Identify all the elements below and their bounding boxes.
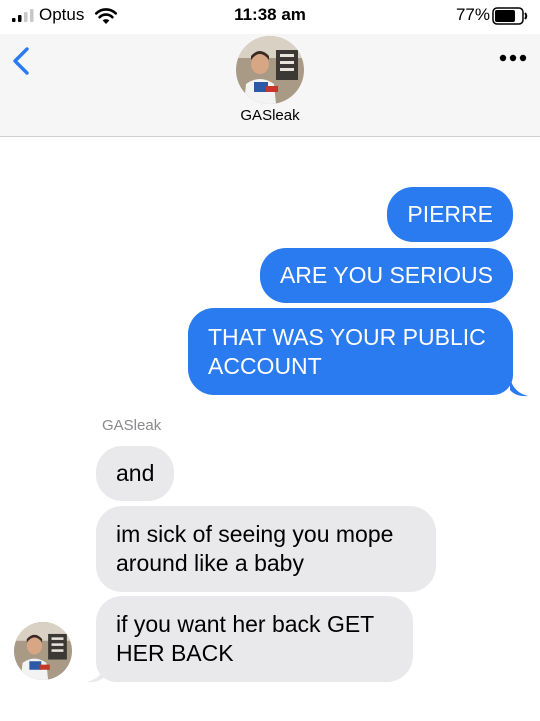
received-message-bubble[interactable]: and <box>96 446 175 501</box>
received-message-bubble[interactable]: if you want her back GET HER BACK <box>96 596 413 682</box>
status-bar: Optus 11:38 am 77% <box>0 0 540 34</box>
message-text: PIERRE <box>407 201 493 227</box>
received-bubble-tail <box>87 662 105 683</box>
message-text: if you want her back GET HER BACK <box>116 611 374 666</box>
sender-avatar[interactable] <box>14 622 72 680</box>
conversation-header: GASleak <box>0 34 540 137</box>
message-text: and <box>116 460 155 486</box>
avatar-photo <box>236 36 304 104</box>
avatar-photo <box>14 622 72 680</box>
sent-bubble-tail <box>510 376 528 397</box>
contact-avatar[interactable] <box>236 36 304 104</box>
more-options-icon[interactable] <box>498 53 528 63</box>
sender-name-label: GASleak <box>102 417 162 434</box>
sent-message-bubble[interactable]: PIERRE <box>387 187 513 242</box>
received-message-bubble[interactable]: im sick of seeing you mope around like a… <box>96 506 436 592</box>
back-chevron-icon[interactable] <box>11 46 31 76</box>
contact-name[interactable]: GASleak <box>0 107 540 124</box>
battery-icon <box>492 7 528 25</box>
sent-message-bubble[interactable]: ARE YOU SERIOUS <box>259 248 513 303</box>
battery-percentage: 77% <box>455 5 490 24</box>
message-text: im sick of seeing you mope around like a… <box>116 521 394 576</box>
message-text: ARE YOU SERIOUS <box>279 262 493 288</box>
sent-message-bubble[interactable]: THAT WAS YOUR PUBLIC ACCOUNT <box>188 308 513 395</box>
message-text: THAT WAS YOUR PUBLIC ACCOUNT <box>208 323 486 379</box>
